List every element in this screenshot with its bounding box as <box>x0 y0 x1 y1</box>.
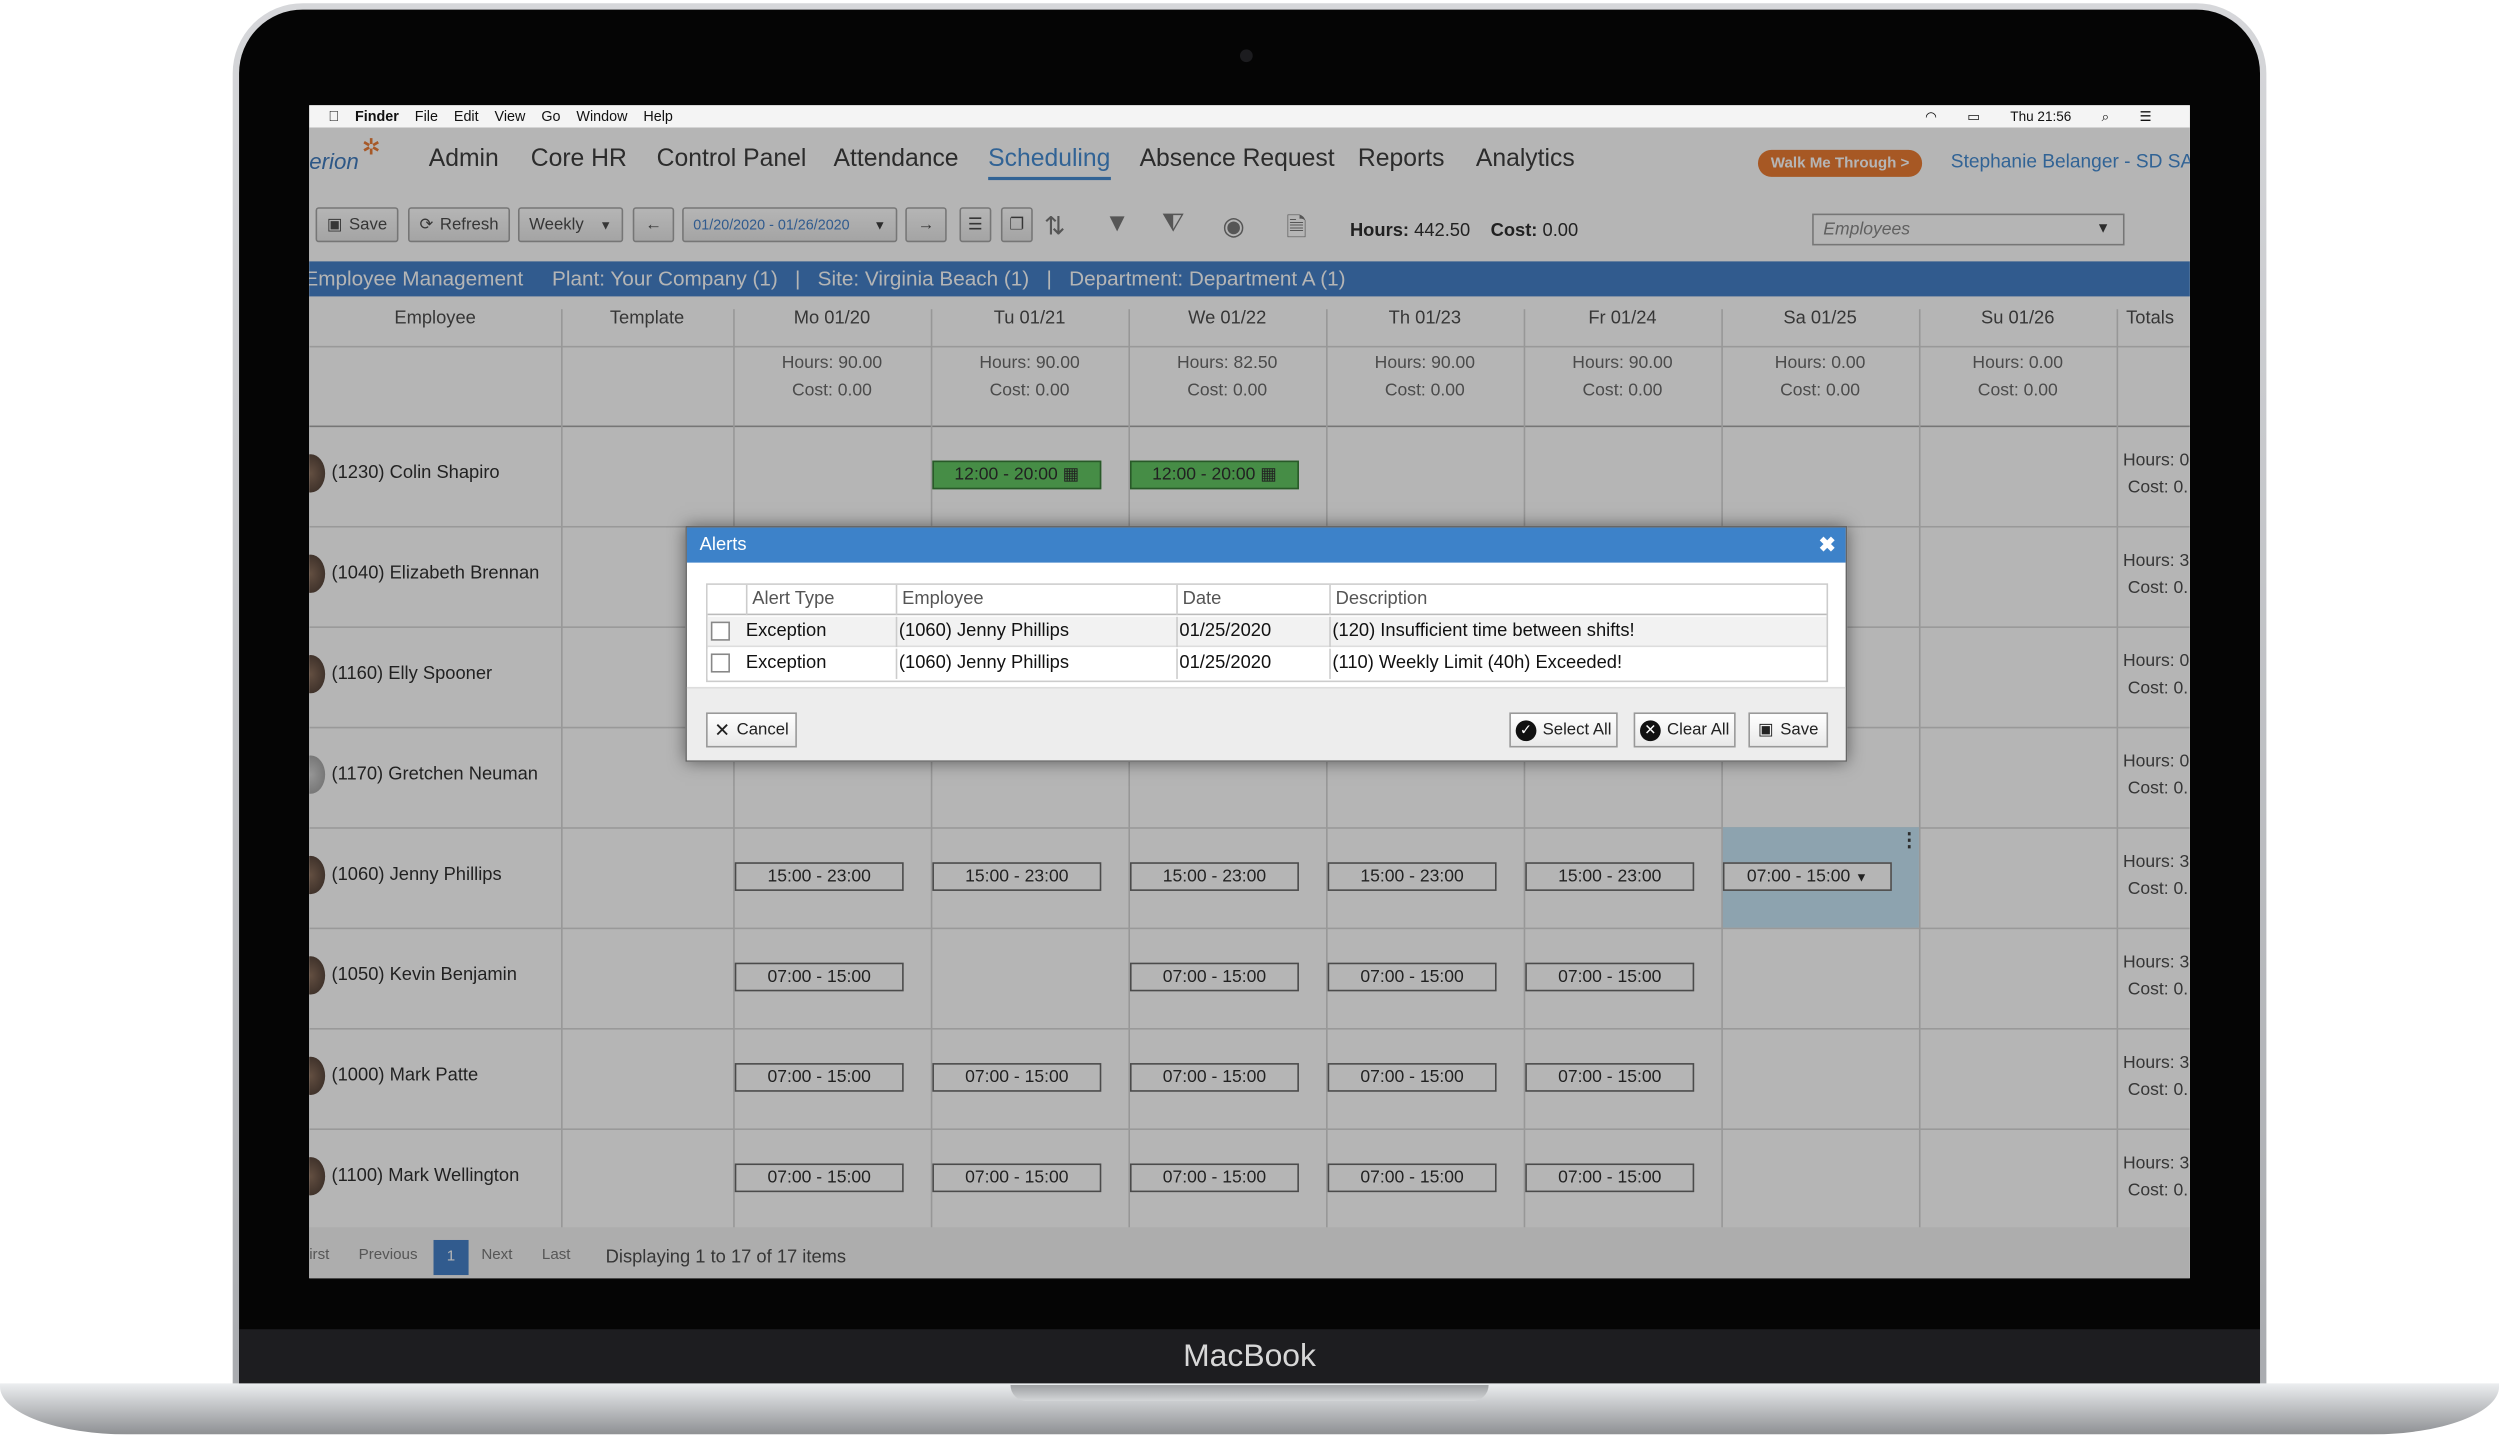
select-all-label: Select All <box>1542 720 1612 740</box>
save-label: Save <box>1780 720 1819 740</box>
header-checkbox-cell <box>708 585 746 615</box>
cancel-button[interactable]: ✕ Cancel <box>706 712 797 748</box>
alerts-dialog: Alerts ✖ Alert Type Employee Date Descrip… <box>685 525 1848 762</box>
battery-icon[interactable]: ▭ <box>1967 108 1980 126</box>
alerts-table: Alert Type Employee Date Description Exc… <box>706 583 1829 683</box>
header-employee[interactable]: Employee <box>895 584 984 616</box>
close-icon: ✕ <box>714 718 731 742</box>
laptop-mockup: MacBook  Finder File Edit View Go Windo… <box>0 0 2499 1435</box>
menu-finder[interactable]: Finder <box>355 108 399 124</box>
menu-help[interactable]: Help <box>643 108 673 124</box>
clear-all-label: Clear All <box>1667 720 1730 740</box>
spotlight-icon[interactable]: ⌕ <box>2102 108 2110 126</box>
wifi-icon[interactable]: ◠ <box>1925 108 1937 126</box>
table-row[interactable]: Exception (1060) Jenny Phillips 01/25/20… <box>707 648 1827 679</box>
alert-type: Exception <box>745 653 827 673</box>
alerts-table-header: Alert Type Employee Date Description <box>707 584 1827 616</box>
header-date[interactable]: Date <box>1176 584 1221 616</box>
laptop-notch <box>1010 1385 1489 1401</box>
row-checkbox[interactable] <box>710 621 730 641</box>
alert-employee: (1060) Jenny Phillips <box>895 616 1069 648</box>
menu-file[interactable]: File <box>415 108 438 124</box>
camera <box>1239 49 1253 63</box>
alert-type: Exception <box>745 621 827 641</box>
notification-icon[interactable]: ☰ <box>2139 108 2151 126</box>
menubar-status: ◠ ▭ Thu 21:56 ⌕ ☰ <box>1925 105 2167 127</box>
menu-window[interactable]: Window <box>576 108 627 124</box>
header-alert-type[interactable]: Alert Type <box>745 584 834 616</box>
table-row[interactable]: Exception (1060) Jenny Phillips 01/25/20… <box>707 616 1827 648</box>
close-icon[interactable]: ✖ <box>1819 528 1836 563</box>
save-icon: ▣ <box>1758 720 1774 740</box>
alerts-title: Alerts <box>699 535 747 555</box>
clock[interactable]: Thu 21:56 <box>2010 108 2071 124</box>
alert-description: (120) Insufficient time between shifts! <box>1329 616 1635 648</box>
clear-all-button[interactable]: ✕ Clear All <box>1633 712 1736 748</box>
select-all-button[interactable]: ✓ Select All <box>1509 712 1618 748</box>
save-button[interactable]: ▣ Save <box>1748 712 1829 748</box>
row-checkbox[interactable] <box>710 653 730 673</box>
device-brand: MacBook <box>1183 1338 1316 1374</box>
menu-go[interactable]: Go <box>541 108 560 124</box>
screen:  Finder File Edit View Go Window Help ◠… <box>309 105 2190 1279</box>
cancel-label: Cancel <box>736 720 789 740</box>
alert-description: (110) Weekly Limit (40h) Exceeded! <box>1329 648 1622 679</box>
x-circle-icon: ✕ <box>1639 719 1661 741</box>
check-circle-icon: ✓ <box>1515 719 1537 741</box>
menu-view[interactable]: View <box>495 108 526 124</box>
alert-date: 01/25/2020 <box>1176 648 1271 679</box>
alerts-dialog-header: Alerts ✖ <box>686 527 1846 563</box>
header-description[interactable]: Description <box>1329 584 1427 616</box>
alert-employee: (1060) Jenny Phillips <box>895 648 1069 679</box>
menu-edit[interactable]: Edit <box>454 108 479 124</box>
mac-menubar:  Finder File Edit View Go Window Help ◠… <box>309 105 2190 128</box>
apple-icon[interactable]:  <box>328 108 339 124</box>
alert-date: 01/25/2020 <box>1176 616 1271 648</box>
